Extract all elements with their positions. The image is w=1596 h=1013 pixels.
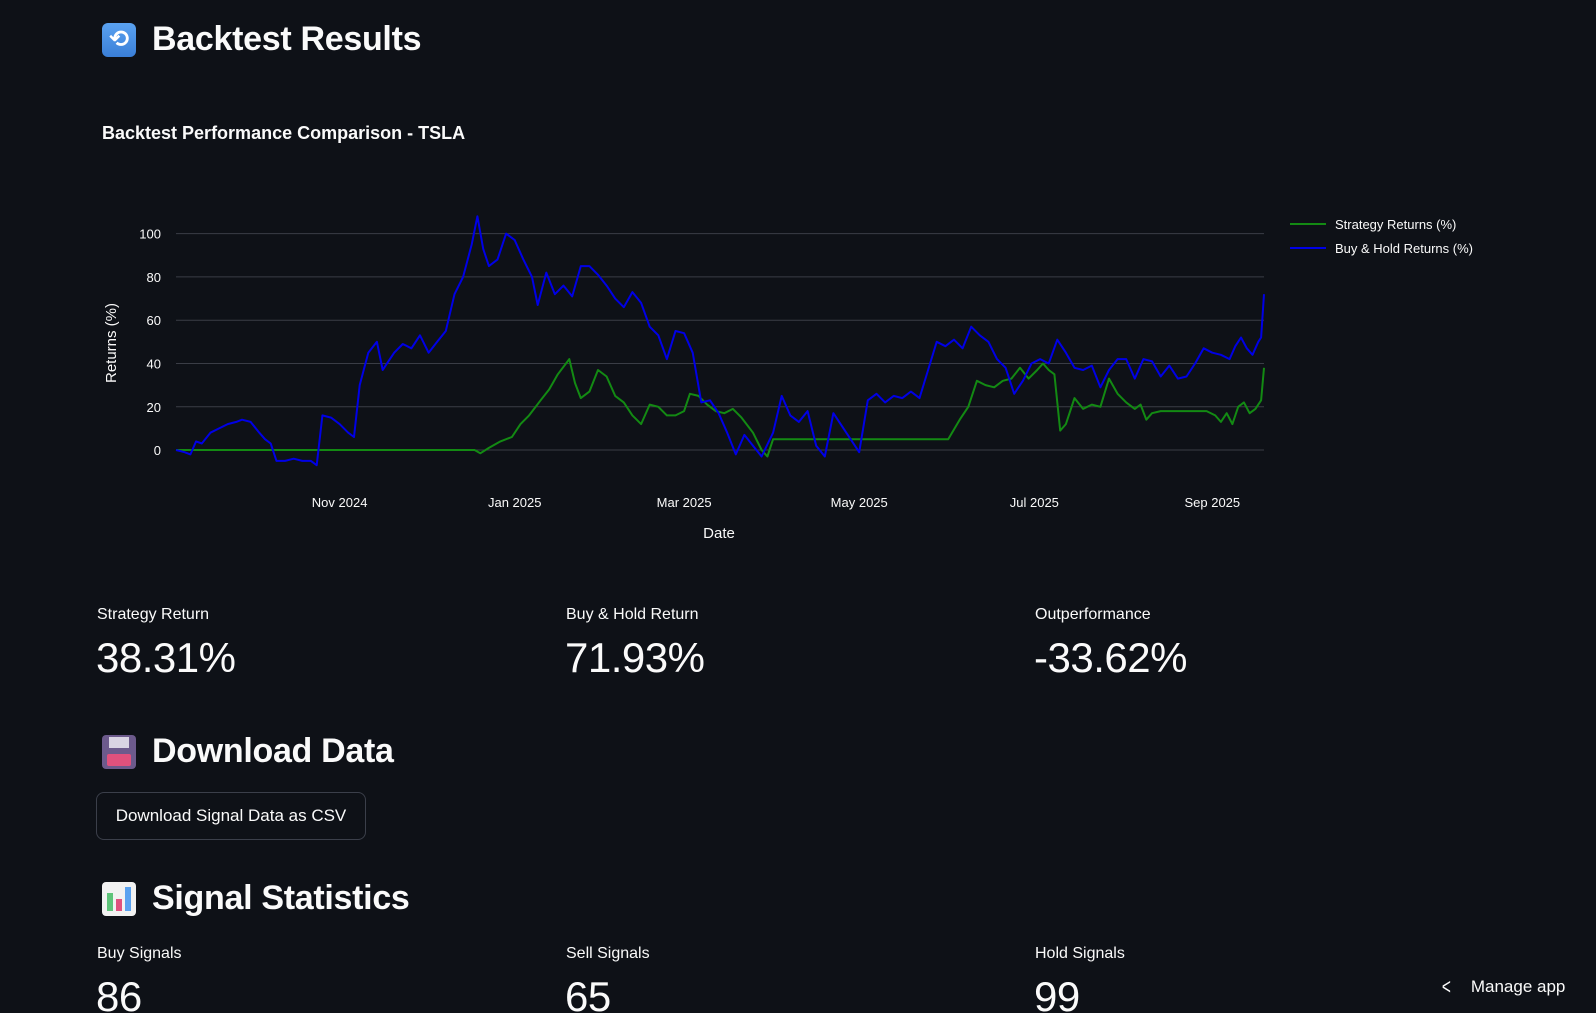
- metric-label-outperformance: Outperformance: [1035, 606, 1151, 623]
- metric-label-hold-signals: Hold Signals: [1035, 945, 1125, 962]
- page: ⟲ Backtest Results Backtest Performance …: [0, 0, 1596, 1013]
- x-axis-label: Date: [703, 525, 735, 542]
- y-tick-label: 80: [147, 270, 161, 285]
- download-section-header: Download Data: [102, 732, 394, 771]
- x-tick-label: Jul 2025: [1010, 495, 1059, 510]
- y-axis-ticks: 0 20 40 60 80 100: [139, 227, 161, 458]
- legend-label: Strategy Returns (%): [1335, 217, 1456, 232]
- y-tick-label: 60: [147, 313, 161, 328]
- download-title: Download Data: [152, 732, 394, 770]
- x-tick-label: May 2025: [831, 495, 888, 510]
- y-tick-label: 20: [147, 400, 161, 415]
- download-csv-button[interactable]: Download Signal Data as CSV: [96, 792, 366, 840]
- metric-value-strategy: 38.31%: [96, 634, 236, 681]
- manage-app-button[interactable]: < Manage app: [1440, 974, 1565, 1000]
- metric-value-buy-hold: 71.93%: [565, 634, 705, 681]
- chart-legend[interactable]: Strategy Returns (%) Buy & Hold Returns (…: [1290, 217, 1473, 256]
- floppy-disk-icon: [102, 734, 136, 769]
- buy-hold-returns-line: [175, 215, 1265, 467]
- metric-label-buy-hold: Buy & Hold Return: [566, 606, 699, 623]
- metric-value-buy-signals: 86: [96, 973, 142, 1013]
- metric-label-sell-signals: Sell Signals: [566, 945, 650, 962]
- x-tick-label: Jan 2025: [488, 495, 542, 510]
- legend-label: Buy & Hold Returns (%): [1335, 241, 1473, 256]
- chart-series: [175, 215, 1265, 467]
- signals-section-header: Signal Statistics: [102, 879, 410, 918]
- metric-value-outperformance: -33.62%: [1034, 634, 1187, 681]
- x-tick-label: Sep 2025: [1184, 495, 1240, 510]
- y-tick-label: 100: [139, 227, 161, 242]
- manage-app-label: Manage app: [1470, 977, 1566, 996]
- chevron-left-icon: <: [1441, 974, 1451, 999]
- strategy-returns-line: [176, 358, 1265, 458]
- metric-value-sell-signals: 65: [565, 973, 611, 1013]
- metric-value-hold-signals: 99: [1034, 973, 1080, 1013]
- x-axis-ticks: Nov 2024 Jan 2025 Mar 2025 May 2025 Jul 2025…: [312, 495, 1240, 510]
- signals-title: Signal Statistics: [152, 879, 410, 917]
- metric-label-strategy: Strategy Return: [97, 606, 210, 623]
- x-tick-label: Nov 2024: [312, 495, 368, 510]
- y-axis-label: Returns (%): [103, 303, 120, 383]
- x-tick-label: Mar 2025: [657, 495, 712, 510]
- y-tick-label: 40: [147, 356, 161, 371]
- y-tick-label: 0: [154, 443, 161, 458]
- performance-chart: 0 20 40 60 80 100 Nov 2024 Jan 2025 Mar 2025 May…: [103, 215, 1473, 542]
- metric-label-buy-signals: Buy Signals: [97, 945, 182, 962]
- bar-chart-icon: [102, 881, 136, 916]
